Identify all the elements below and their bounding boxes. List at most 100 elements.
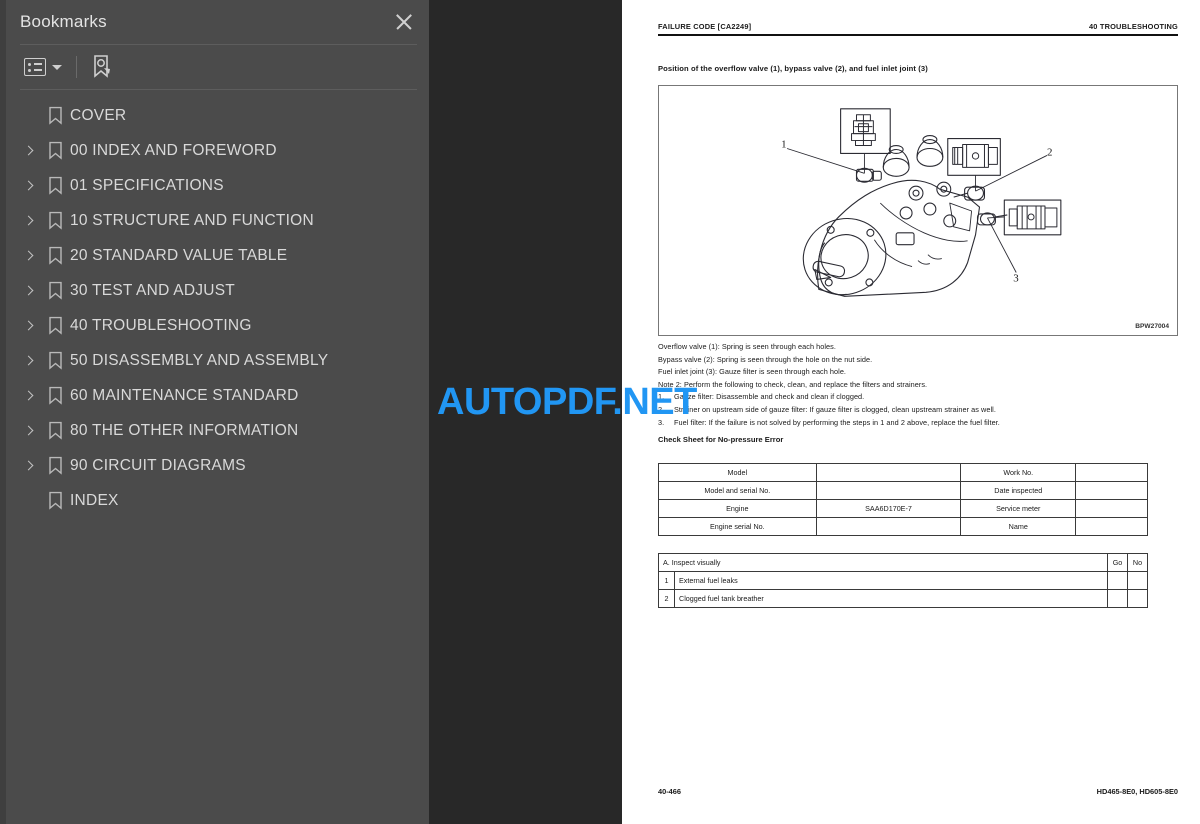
callout-2: 2 [1047, 146, 1052, 158]
chevron-right-icon[interactable] [18, 215, 40, 226]
chevron-right-icon[interactable] [18, 320, 40, 331]
bookmark-icon [40, 141, 70, 160]
row-number: 2 [658, 589, 675, 608]
bookmarks-toolbar [6, 45, 429, 89]
close-icon[interactable] [391, 9, 417, 35]
bookmark-icon [40, 281, 70, 300]
table-cell: Date inspected [960, 481, 1077, 500]
bookmark-item[interactable]: 80 THE OTHER INFORMATION [6, 413, 429, 448]
table-row: Engine SAA6D170E-7 Service meter [658, 499, 1148, 518]
app-root: Bookmarks COVER 00 INDEX AND FOREWORD 01… [0, 0, 1200, 824]
bookmark-item[interactable]: INDEX [6, 483, 429, 518]
table-cell: Model and serial No. [658, 481, 817, 500]
table-row: Model Work No. [658, 463, 1148, 482]
bookmark-item[interactable]: 01 SPECIFICATIONS [6, 168, 429, 203]
step-text: Strainer on upstream side of gauze filte… [674, 404, 996, 414]
document-footer: 40-466 HD465-8E0, HD605-8E0 [658, 787, 1178, 796]
chevron-right-icon[interactable] [18, 460, 40, 471]
chevron-down-icon [52, 64, 62, 70]
row-text: External fuel leaks [674, 571, 1108, 590]
table-cell [815, 517, 962, 536]
step-number: 3. [658, 417, 665, 427]
step-number: 1. [658, 392, 665, 402]
bookmark-options-button[interactable] [24, 52, 62, 82]
inspection-check-table: A. Inspect visually Go No 1 External fuel le… [658, 553, 1148, 608]
chevron-right-icon[interactable] [18, 285, 40, 296]
bookmark-icon [40, 351, 70, 370]
checkbox-cell-no[interactable] [1127, 571, 1148, 590]
bookmark-label: 00 INDEX AND FOREWORD [70, 141, 277, 159]
chevron-right-icon[interactable] [18, 145, 40, 156]
new-bookmark-button[interactable] [91, 52, 113, 82]
table-cell: Model [658, 463, 817, 482]
bookmark-item[interactable]: 00 INDEX AND FOREWORD [6, 133, 429, 168]
list-options-icon [24, 58, 46, 76]
table-cell: SAA6D170E-7 [815, 499, 962, 518]
bookmark-label: INDEX [70, 491, 119, 509]
table-cell: Service meter [960, 499, 1077, 518]
body-line: Note 2: Perform the following to check, … [658, 379, 928, 389]
chevron-right-icon[interactable] [18, 390, 40, 401]
checkbox-cell-go[interactable] [1107, 571, 1128, 590]
row-text: Clogged fuel tank breather [674, 589, 1108, 608]
figure-code: BPW27004 [1135, 323, 1169, 330]
check-sheet-title: Check Sheet for No-pressure Error [658, 435, 784, 445]
bookmark-label: 20 STANDARD VALUE TABLE [70, 246, 288, 264]
toolbar-separator [76, 56, 77, 78]
footer-model: HD465-8E0, HD605-8E0 [1096, 787, 1178, 796]
document-body: Overflow valve (1): Spring is seen throu… [658, 341, 1178, 444]
step-text: Gauze filter: Disassemble and check and … [674, 392, 865, 402]
bookmark-item[interactable]: COVER [6, 98, 429, 133]
document-header: FAILURE CODE [CA2249] 40 TROUBLESHOOTING [658, 22, 1178, 31]
bookmark-label: 40 TROUBLESHOOTING [70, 316, 252, 334]
chevron-right-icon[interactable] [18, 355, 40, 366]
figure-box: 1 2 3 BPW27004 [658, 85, 1178, 336]
chevron-right-icon[interactable] [18, 425, 40, 436]
bookmark-item[interactable]: 40 TROUBLESHOOTING [6, 308, 429, 343]
callout-3: 3 [1013, 272, 1019, 284]
bookmark-label: 90 CIRCUIT DIAGRAMS [70, 456, 246, 474]
bookmark-label: COVER [70, 106, 127, 124]
bookmarks-list[interactable]: COVER 00 INDEX AND FOREWORD 01 SPECIFICATI… [6, 90, 429, 824]
bookmark-label: 10 STRUCTURE AND FUNCTION [70, 211, 314, 229]
table-cell [1075, 463, 1148, 482]
bookmark-item[interactable]: 20 STANDARD VALUE TABLE [6, 238, 429, 273]
table-cell [815, 463, 962, 482]
header-rule [658, 34, 1178, 36]
numbered-step: 1. Gauze filter: Disassemble and check an… [658, 391, 1178, 404]
bookmark-icon [40, 491, 70, 510]
bookmark-icon [40, 106, 70, 125]
table-header-row: A. Inspect visually Go No [658, 553, 1148, 572]
numbered-step: 2. Strainer on upstream side of gauze fil… [658, 404, 1178, 417]
chevron-right-icon[interactable] [18, 180, 40, 191]
checkbox-cell-no[interactable] [1127, 589, 1148, 608]
table-cell [815, 481, 962, 500]
table-cell [1075, 517, 1148, 536]
bookmark-item[interactable]: 30 TEST AND ADJUST [6, 273, 429, 308]
table-row: Model and serial No. Date inspected [658, 481, 1148, 500]
bookmark-icon [40, 316, 70, 335]
bookmark-label: 60 MAINTENANCE STANDARD [70, 386, 299, 404]
pdf-page: FAILURE CODE [CA2249] 40 TROUBLESHOOTING… [622, 0, 1200, 824]
table-row: 2 Clogged fuel tank breather [658, 589, 1148, 608]
footer-page-number: 40-466 [658, 787, 682, 796]
bookmark-item[interactable]: 60 MAINTENANCE STANDARD [6, 378, 429, 413]
table-cell [1075, 481, 1148, 500]
column-header: No [1127, 553, 1148, 572]
bookmark-icon [40, 176, 70, 195]
bookmark-item[interactable]: 10 STRUCTURE AND FUNCTION [6, 203, 429, 238]
table-cell: Name [960, 517, 1077, 536]
body-line: Overflow valve (1): Spring is seen throu… [658, 342, 836, 351]
pdf-viewer[interactable]: FAILURE CODE [CA2249] 40 TROUBLESHOOTING… [429, 0, 1200, 824]
checkbox-cell-go[interactable] [1107, 589, 1128, 608]
table-row: Engine serial No. Name [658, 517, 1148, 536]
bookmark-item[interactable]: 50 DISASSEMBLY AND ASSEMBLY [6, 343, 429, 378]
bookmarks-panel: Bookmarks COVER 00 INDEX AND FOREWORD 01… [0, 0, 429, 824]
column-header: Go [1107, 553, 1128, 572]
chevron-right-icon[interactable] [18, 250, 40, 261]
bookmark-item[interactable]: 90 CIRCUIT DIAGRAMS [6, 448, 429, 483]
bookmark-label: 50 DISASSEMBLY AND ASSEMBLY [70, 351, 329, 369]
bookmark-icon [40, 211, 70, 230]
header-section: 40 TROUBLESHOOTING [1088, 22, 1178, 31]
bookmark-icon [40, 421, 70, 440]
